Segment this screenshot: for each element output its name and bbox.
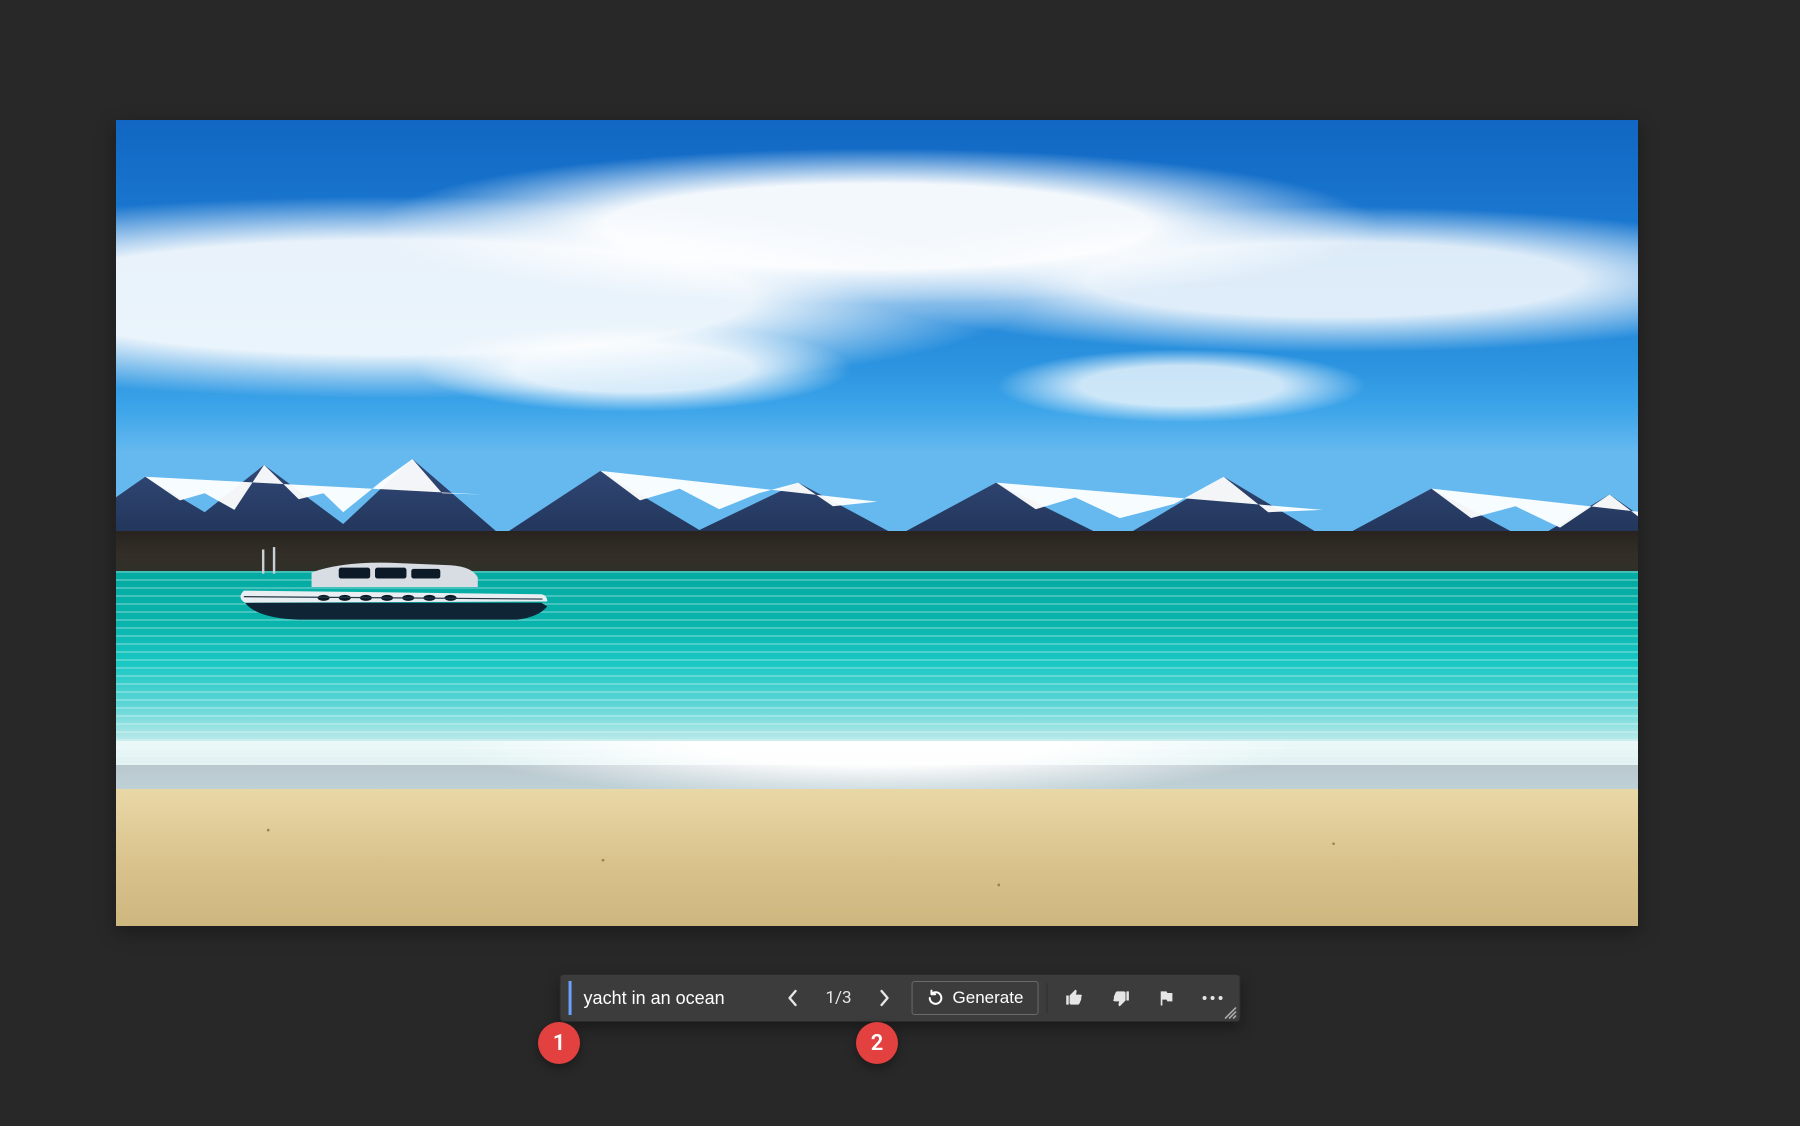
thumbs-down-button[interactable]	[1101, 981, 1139, 1015]
divider	[1046, 983, 1047, 1013]
flag-button[interactable]	[1147, 981, 1185, 1015]
prompt-field-wrapper	[569, 981, 766, 1015]
variation-counter: 1/3	[820, 981, 858, 1015]
prompt-input[interactable]	[582, 987, 756, 1010]
beach	[116, 789, 1638, 926]
regenerate-icon	[927, 989, 945, 1007]
yacht	[139, 535, 641, 632]
generate-button-label: Generate	[953, 988, 1024, 1008]
stage: 1/3 Generate	[0, 0, 1800, 1126]
more-horizontal-icon	[1201, 994, 1223, 1002]
flag-icon	[1156, 988, 1176, 1008]
annotation-badge-2: 2	[856, 1022, 898, 1064]
thumbs-down-icon	[1110, 988, 1130, 1008]
chevron-right-icon	[879, 989, 891, 1007]
next-variation-button[interactable]	[866, 981, 904, 1015]
chevron-left-icon	[787, 989, 799, 1007]
generated-image-preview[interactable]	[116, 120, 1638, 926]
prev-variation-button[interactable]	[774, 981, 812, 1015]
resize-handle[interactable]	[1223, 1005, 1237, 1019]
thumbs-up-button[interactable]	[1055, 981, 1093, 1015]
annotation-badge-1: 1	[538, 1022, 580, 1064]
resize-handle-icon	[1223, 1006, 1237, 1020]
generate-toolbar: 1/3 Generate	[560, 974, 1241, 1022]
generate-button[interactable]: Generate	[912, 981, 1039, 1015]
thumbs-up-icon	[1064, 988, 1084, 1008]
